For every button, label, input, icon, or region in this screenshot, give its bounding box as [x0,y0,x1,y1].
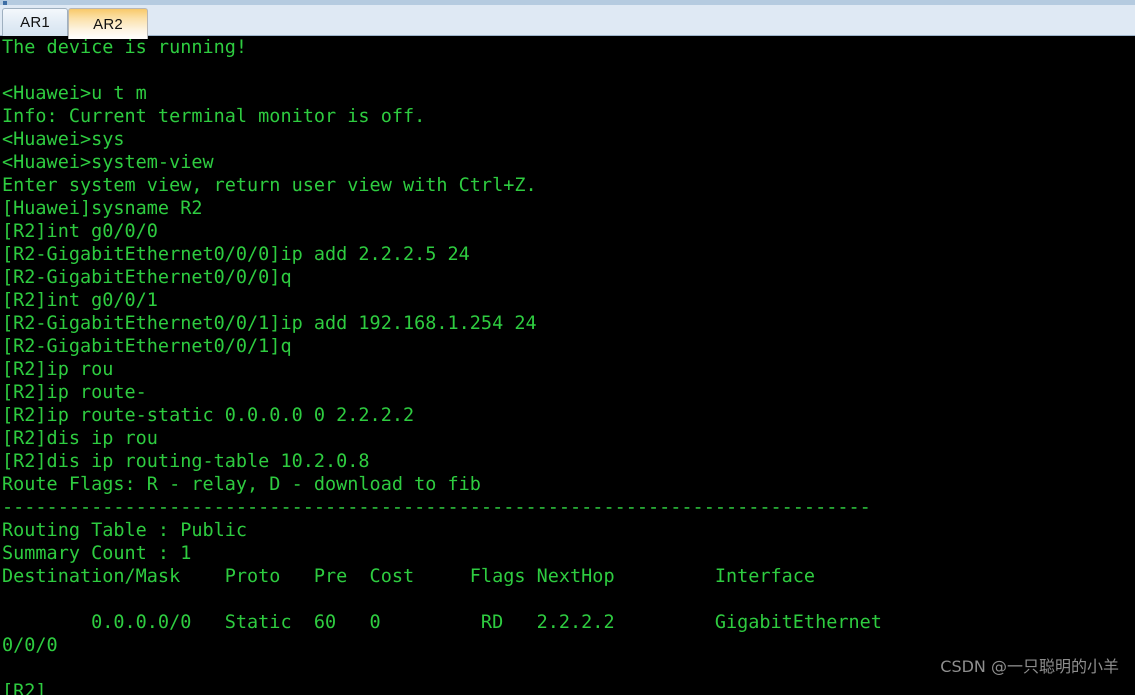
terminal-line: [R2]ip route- [2,382,147,403]
terminal-line: [R2-GigabitEthernet0/0/0]q [2,267,292,288]
terminal-line: [R2]ip rou [2,359,114,380]
tab-ar2[interactable]: AR2 [68,8,148,39]
tab-ar1[interactable]: AR1 [2,8,68,36]
terminal-line: The device is running! [2,37,248,58]
terminal-console[interactable]: The device is running! <Huawei>u t m Info… [0,36,1135,695]
csdn-watermark: CSDN @一只聪明的小羊 [940,657,1119,676]
terminal-line: <Huawei>system-view [2,152,214,173]
ensp-console-window: AR1 AR2 The device is running! <Huawei>u… [0,0,1135,695]
terminal-line: Routing Table : Public [2,520,248,541]
terminal-line: [R2]ip route-static 0.0.0.0 0 2.2.2.2 [2,405,415,426]
terminal-line: Summary Count : 1 [2,543,192,564]
terminal-line: [R2]int g0/0/1 [2,290,158,311]
terminal-line: [R2-GigabitEthernet0/0/1]q [2,336,292,357]
device-tab-bar: AR1 AR2 [0,5,1135,39]
terminal-line: [R2] [2,681,47,695]
terminal-line: Info: Current terminal monitor is off. [2,106,426,127]
terminal-line: Route Flags: R - relay, D - download to … [2,474,481,495]
terminal-line: [R2]dis ip rou [2,428,158,449]
terminal-line: [R2]dis ip routing-table 10.2.0.8 [2,451,370,472]
terminal-line: [Huawei]sysname R2 [2,198,203,219]
terminal-line: Enter system view, return user view with… [2,175,537,196]
terminal-line: [R2-GigabitEthernet0/0/0]ip add 2.2.2.5 … [2,244,470,265]
terminal-line: ----------------------------------------… [2,497,871,518]
terminal-line: [R2]int g0/0/0 [2,221,158,242]
terminal-line: <Huawei>sys [2,129,125,150]
terminal-output: The device is running! <Huawei>u t m Info… [2,36,882,695]
terminal-line: [R2-GigabitEthernet0/0/1]ip add 192.168.… [2,313,537,334]
terminal-line: 0/0/0 [2,635,58,656]
terminal-line: <Huawei>u t m [2,83,147,104]
terminal-line: Destination/Mask Proto Pre Cost Flags Ne… [2,566,816,587]
terminal-line: 0.0.0.0/0 Static 60 0 RD 2.2.2.2 Gigabit… [2,612,882,633]
